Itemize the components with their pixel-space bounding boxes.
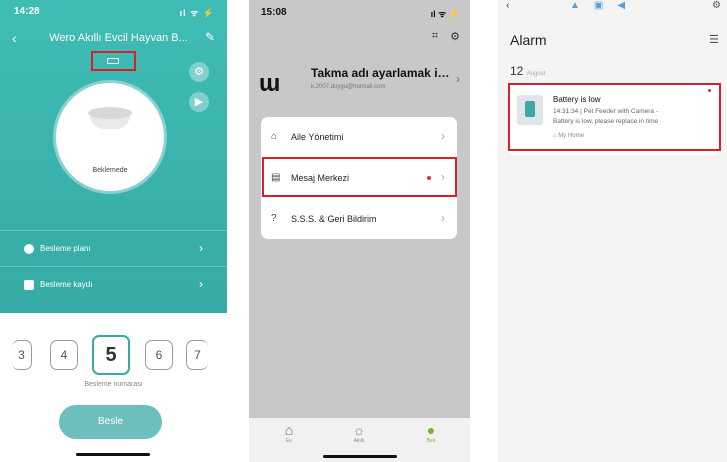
gear-icon[interactable]: ⚙	[712, 0, 721, 11]
sun-icon: ☼	[352, 422, 366, 438]
portion-option[interactable]: 6	[145, 340, 173, 370]
status-time: 14:28	[14, 6, 40, 17]
status-bar: 14:28 ıl ᯤ ⚡	[14, 6, 215, 20]
feed-button[interactable]: Besle	[59, 405, 162, 439]
feeding-plan-label: Besleme planı	[40, 244, 91, 253]
edit-icon[interactable]: ✎	[205, 30, 215, 44]
device-screen: 14:28 ıl ᯤ ⚡ ‹ Wero Akıllı Evcil Hayvan …	[0, 0, 227, 462]
tab-smart[interactable]: ☼ Akıllı	[339, 422, 379, 444]
alarm-screen: ‹ ▲▣◀ ⚙ Alarm ☰ 12 August Battery is low…	[498, 0, 727, 462]
home-icon: ⌂	[284, 422, 294, 438]
portion-option[interactable]: 4	[50, 340, 78, 370]
menu-item-family[interactable]: ⌂ Aile Yönetimi ›	[261, 117, 457, 157]
portion-label: Besleme numarası	[84, 381, 143, 388]
camera-icon[interactable]: ▶	[189, 92, 209, 112]
chevron-right-icon: ›	[441, 211, 445, 225]
chevron-right-icon: ›	[199, 241, 203, 255]
date-day: 12	[510, 64, 524, 78]
portion-option[interactable]: 7	[186, 340, 208, 370]
device-status-circle: Beklemede	[56, 83, 164, 191]
chevron-right-icon: ›	[199, 277, 203, 291]
chevron-right-icon: ›	[441, 129, 445, 143]
page-title: Alarm	[510, 32, 547, 48]
bowl-rim	[88, 107, 132, 119]
tab-label: Ev	[286, 438, 292, 444]
status-time: 15:08	[261, 7, 287, 18]
date-month: August	[526, 71, 546, 77]
menu-item-label: Aile Yönetimi	[291, 132, 344, 142]
gear-icon[interactable]: ⚙	[450, 30, 460, 43]
portion-picker[interactable]: 3 4 5 6 7	[0, 335, 227, 375]
status-bar: 15:08 ıl ᯤ ⚡	[261, 7, 460, 19]
home-indicator	[76, 453, 150, 456]
feeding-log-row[interactable]: Besleme kaydı ›	[0, 266, 227, 302]
scan-icon[interactable]: ⌗	[432, 30, 438, 43]
date-header: 12 August	[510, 64, 545, 78]
portion-option[interactable]: 3	[12, 340, 32, 370]
portion-option-selected[interactable]: 5	[92, 335, 130, 375]
app-logo: ɯ	[259, 70, 280, 97]
device-header-panel: 14:28 ıl ᯤ ⚡ ‹ Wero Akıllı Evcil Hayvan …	[0, 0, 227, 313]
nickname[interactable]: Takma adı ayarlamak iç...	[311, 66, 451, 80]
settings-icon[interactable]: ⚙	[189, 62, 209, 82]
person-icon: ●	[426, 422, 436, 438]
home-outline-icon: ⌂	[271, 131, 278, 142]
tab-me[interactable]: ● Ben	[411, 422, 451, 444]
battery-highlight	[91, 51, 136, 71]
top-tab-icons[interactable]: ▲▣◀	[570, 0, 639, 11]
clock-icon	[24, 244, 34, 254]
home-indicator	[323, 455, 397, 458]
chevron-right-icon[interactable]: ›	[456, 72, 460, 86]
feeding-plan-row[interactable]: Besleme planı ›	[0, 230, 227, 266]
status-icons: ıl ᯤ ⚡	[430, 9, 460, 19]
help-icon: ?	[271, 213, 277, 224]
profile-screen: 15:08 ıl ᯤ ⚡ ⌗ ⚙ ɯ Takma adı ayarlamak i…	[249, 0, 470, 462]
user-email: k.2007.duygu@hotmail.com	[311, 84, 386, 90]
menu-item-label: S.S.S. & Geri Bildirim	[291, 214, 377, 224]
menu-icon[interactable]: ☰	[709, 33, 719, 46]
back-icon[interactable]: ‹	[506, 0, 509, 11]
log-icon	[24, 280, 34, 290]
menu-item-faq[interactable]: ? S.S.S. & Geri Bildirim ›	[261, 199, 457, 239]
status-icons: ıl ᯤ ⚡	[179, 8, 215, 18]
battery-icon	[107, 58, 119, 64]
device-status-label: Beklemede	[92, 167, 128, 174]
messages-highlight	[262, 157, 457, 197]
tab-label: Akıllı	[353, 438, 365, 444]
tab-home[interactable]: ⌂ Ev	[269, 422, 309, 444]
feeding-log-label: Besleme kaydı	[40, 280, 93, 289]
tab-label: Ben	[426, 438, 436, 444]
back-icon[interactable]: ‹	[12, 30, 17, 46]
device-title: Wero Akıllı Evcil Hayvan B...	[49, 32, 188, 44]
alarm-highlight	[508, 83, 721, 151]
